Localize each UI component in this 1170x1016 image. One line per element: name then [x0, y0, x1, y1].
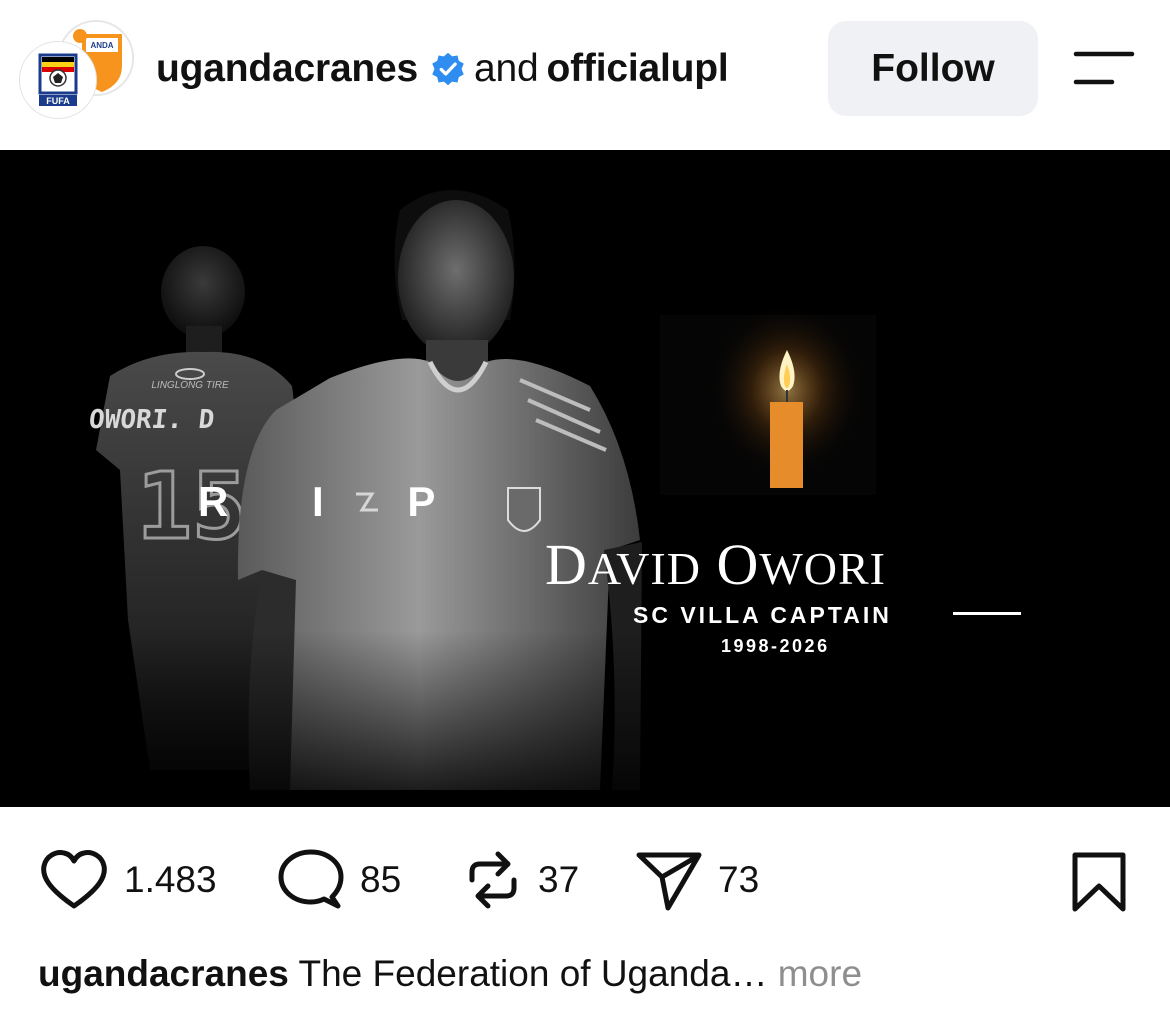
primary-account-link[interactable]: ugandacranes [156, 47, 418, 91]
share-action[interactable]: 73 [634, 848, 759, 912]
bookmark-icon[interactable] [1070, 850, 1128, 914]
caption-username[interactable]: ugandacranes [38, 953, 289, 994]
collab-avatars[interactable]: ANDA FUFA [18, 18, 134, 122]
svg-text:FUFA: FUFA [46, 96, 70, 106]
secondary-account-link[interactable]: officialupl [547, 47, 729, 91]
candle-graphic [660, 300, 876, 495]
deceased-years: 1998-2026 [721, 636, 830, 656]
like-count: 1.483 [124, 859, 217, 900]
post-caption: ugandacranes The Federation of Uganda… m… [38, 953, 1138, 995]
caption-text: The Federation of Uganda… [298, 953, 768, 994]
like-action[interactable]: 1.483 [38, 848, 217, 912]
verified-badge-icon [432, 52, 464, 86]
post-image[interactable]: LINGLONG TIRE OWORI. D 15 R I P DAVID OW… [0, 150, 1170, 807]
comment-count: 85 [360, 859, 402, 900]
svg-text:LINGLONG TIRE: LINGLONG TIRE [151, 380, 229, 391]
action-bar: 1.483 85 37 73 [0, 830, 1170, 930]
svg-text:OWORI. D: OWORI. D [87, 405, 215, 435]
fufa-logo-icon: FUFA [23, 45, 93, 115]
menu-icon[interactable] [1072, 48, 1136, 88]
follow-button[interactable]: Follow [828, 21, 1038, 116]
role-divider [953, 612, 1021, 615]
comment-icon[interactable] [276, 847, 346, 913]
repost-count: 37 [538, 859, 580, 900]
svg-text:ANDA: ANDA [90, 41, 113, 50]
repost-action[interactable]: 37 [462, 848, 579, 912]
deceased-role: SC VILLA CAPTAIN [633, 602, 892, 628]
collab-joiner: and [474, 47, 539, 90]
deceased-name: DAVID OWORI [545, 532, 886, 597]
caption-more-link[interactable]: more [778, 953, 862, 994]
rip-label: R I P [198, 478, 472, 525]
post-header: ANDA FUFA ugandacranes and officialupl F… [0, 0, 1170, 150]
memorial-graphic: LINGLONG TIRE OWORI. D 15 [0, 190, 1170, 807]
heart-icon[interactable] [38, 848, 110, 912]
share-count: 73 [718, 859, 760, 900]
ugandacranes-avatar[interactable]: FUFA [20, 42, 96, 118]
comment-action[interactable]: 85 [276, 848, 401, 912]
repost-icon[interactable] [462, 848, 524, 912]
share-icon[interactable] [634, 847, 704, 913]
account-names: ugandacranes and officialupl [156, 44, 729, 94]
